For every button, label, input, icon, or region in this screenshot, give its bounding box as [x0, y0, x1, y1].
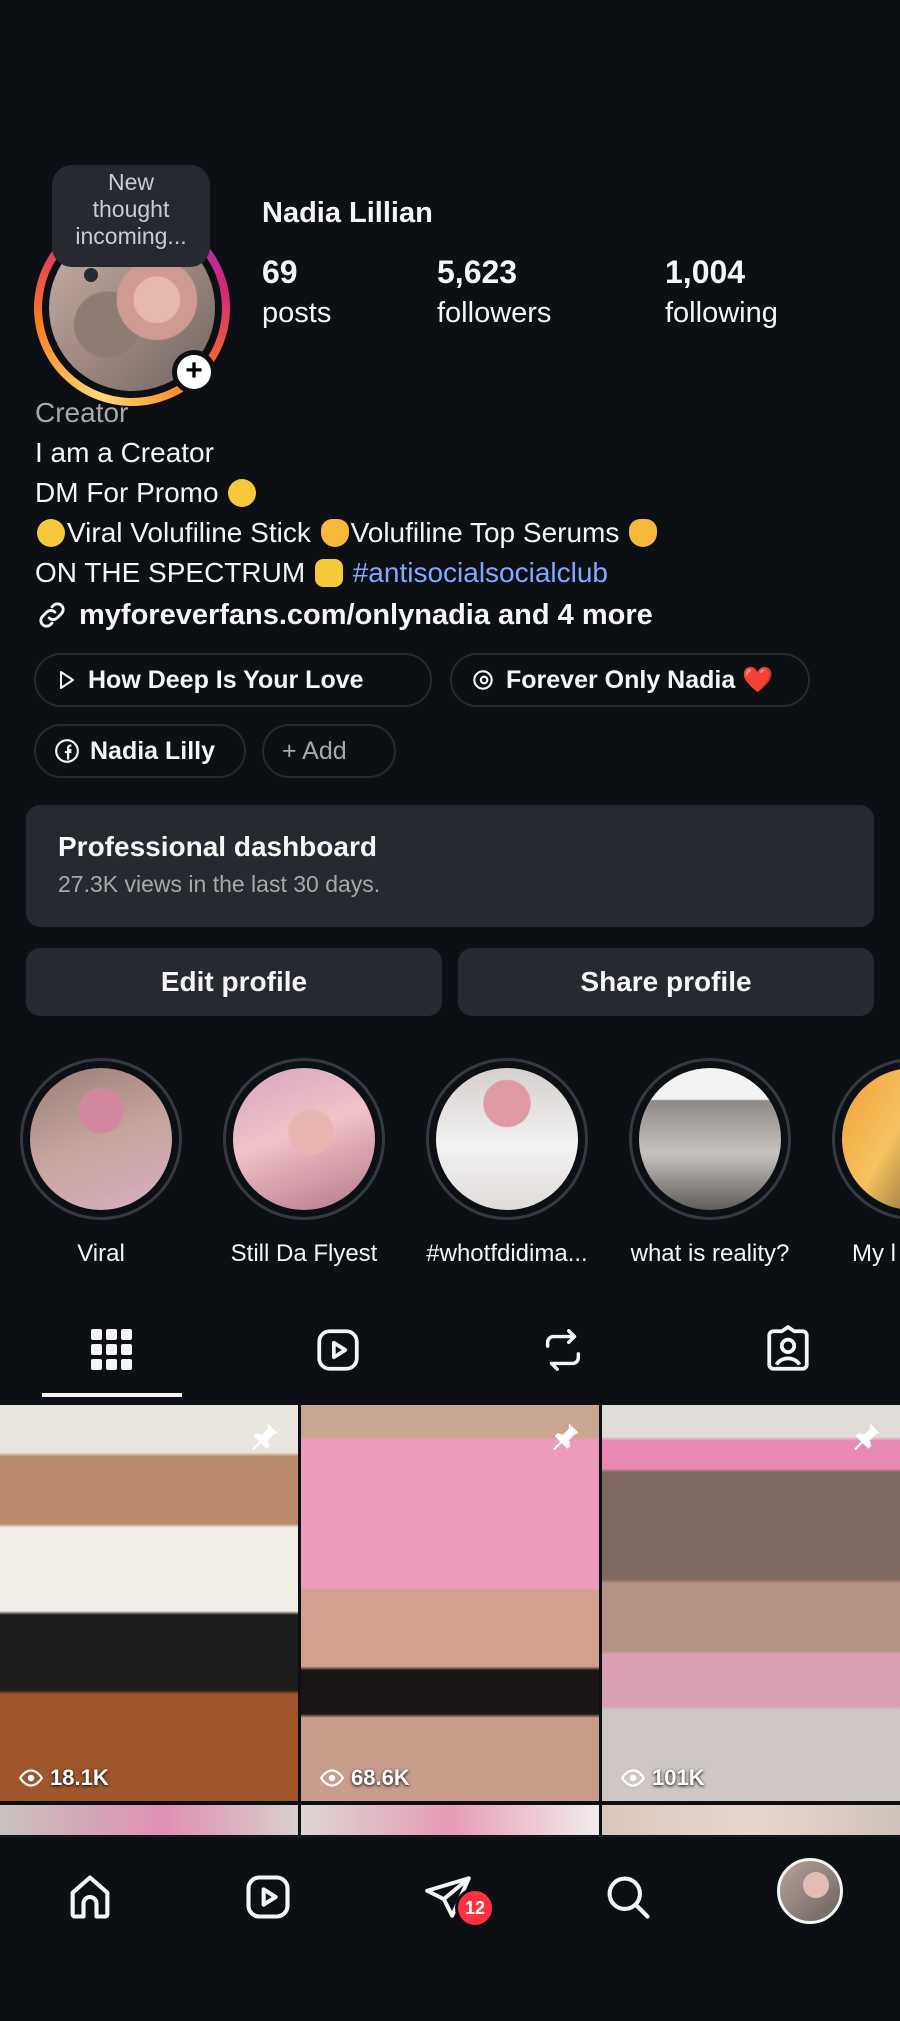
threads-pill[interactable]: Forever Only Nadia ❤️: [450, 653, 810, 707]
profile-name: Nadia Lillian: [262, 197, 433, 229]
point-down-emoji-icon: [320, 519, 349, 547]
stat-followers[interactable]: 5,623 followers: [437, 254, 551, 330]
tab-reels[interactable]: [308, 1320, 368, 1380]
post-tile[interactable]: [301, 1805, 599, 1835]
highlight-item[interactable]: #whotfdidima...: [426, 1058, 588, 1268]
stat-posts[interactable]: 69 posts: [262, 254, 331, 330]
profile-bio: Creator I am a Creator DM For Promo Vira…: [35, 393, 659, 593]
add-link-button[interactable]: + Add: [262, 724, 396, 778]
nav-home[interactable]: [60, 1867, 120, 1927]
reels-icon: [317, 1329, 359, 1371]
bottom-navigation: [0, 1836, 900, 2021]
post-tile[interactable]: [602, 1805, 900, 1835]
victory-hand-emoji-icon: [314, 559, 343, 587]
bio-line: ON THE SPECTRUM #antisocialsocialclub: [35, 557, 608, 588]
nav-profile-avatar[interactable]: [777, 1858, 843, 1924]
share-profile-button[interactable]: Share profile: [458, 948, 874, 1016]
threads-icon: [473, 670, 493, 690]
pin-icon: [553, 1423, 579, 1451]
status-bar: [0, 0, 900, 150]
messages-badge: 12: [455, 1888, 495, 1928]
nav-search[interactable]: [598, 1867, 658, 1927]
bio-line: Viral Volufiline Stick Volufiline Top Se…: [35, 513, 659, 553]
highlight-item[interactable]: what is reality?: [629, 1058, 791, 1268]
home-icon: [70, 1875, 110, 1919]
highlight-cover: [639, 1068, 781, 1210]
highlight-cover: [233, 1068, 375, 1210]
views-eye-icon: [620, 1769, 646, 1787]
search-icon: [607, 1876, 650, 1919]
link-icon: [39, 602, 65, 628]
pin-icon: [252, 1423, 278, 1451]
facebook-icon: [55, 739, 79, 763]
repost-icon: [545, 1329, 581, 1371]
point-down-emoji-icon: [629, 519, 658, 547]
nav-reels[interactable]: [238, 1867, 298, 1927]
money-face-emoji-icon: [228, 479, 257, 507]
bio-line: I am a Creator: [35, 437, 214, 468]
stat-following[interactable]: 1,004 following: [665, 254, 778, 330]
profile-link[interactable]: myforeverfans.com/onlynadia and 4 more: [35, 598, 653, 632]
tab-tagged[interactable]: [758, 1320, 818, 1380]
note-bubble-tail: [84, 268, 98, 282]
grid-icon: [91, 1329, 132, 1370]
heart-eyes-emoji-icon: [37, 519, 65, 547]
post-tile[interactable]: [0, 1805, 298, 1835]
tab-reposts[interactable]: [533, 1320, 593, 1380]
post-tile[interactable]: 18.1K: [0, 1405, 298, 1801]
bio-line: DM For Promo: [35, 473, 659, 513]
hashtag-link[interactable]: #antisocialsocialclub: [353, 557, 608, 588]
edit-profile-button[interactable]: Edit profile: [26, 948, 442, 1016]
post-tile[interactable]: 68.6K: [301, 1405, 599, 1801]
views-eye-icon: [319, 1769, 345, 1787]
profile-category: Creator: [35, 397, 129, 428]
facebook-pill[interactable]: Nadia Lilly: [34, 724, 246, 778]
pin-icon: [854, 1423, 880, 1451]
note-bubble[interactable]: New thought incoming...: [52, 165, 210, 267]
highlight-cover: [842, 1068, 900, 1210]
highlight-item[interactable]: Still Da Flyest: [223, 1058, 385, 1268]
tab-grid[interactable]: [82, 1320, 142, 1380]
reels-icon: [246, 1875, 290, 1919]
highlight-cover: [436, 1068, 578, 1210]
active-tab-indicator: [42, 1393, 182, 1397]
play-icon: [60, 671, 74, 689]
professional-dashboard[interactable]: Professional dashboard 27.3K views in th…: [26, 805, 874, 927]
profile-tabs: [0, 1300, 900, 1400]
tagged-icon: [767, 1325, 809, 1371]
post-tile[interactable]: 101K: [602, 1405, 900, 1801]
highlight-item[interactable]: Viral: [20, 1058, 182, 1268]
music-pill[interactable]: How Deep Is Your Love: [34, 653, 432, 707]
highlight-cover: [30, 1068, 172, 1210]
highlight-item[interactable]: My l: [832, 1058, 900, 1268]
views-eye-icon: [18, 1769, 44, 1787]
add-story-plus-icon[interactable]: +: [172, 350, 216, 394]
